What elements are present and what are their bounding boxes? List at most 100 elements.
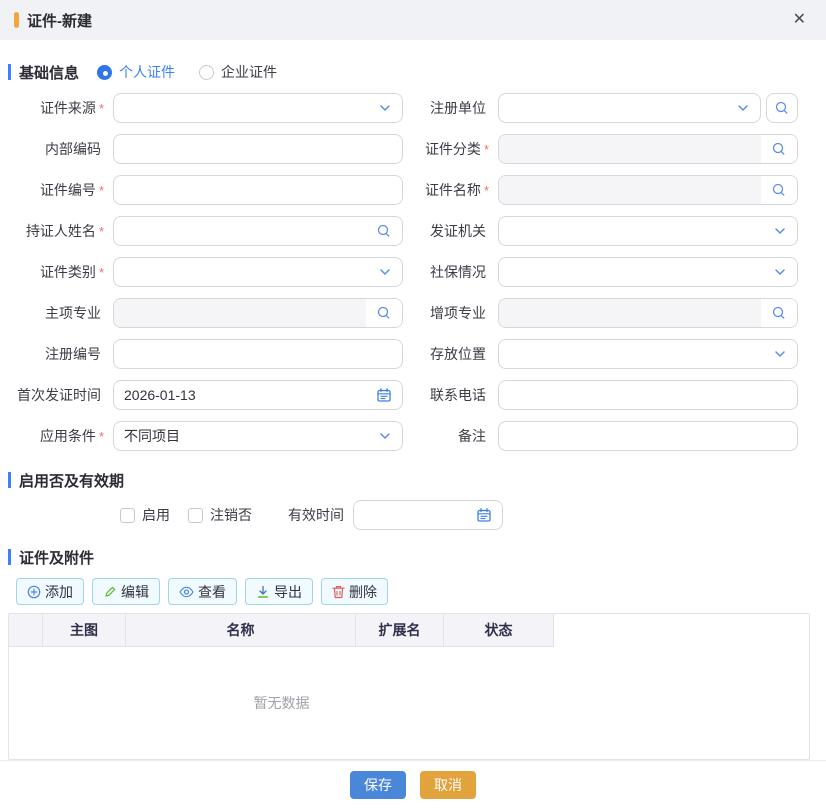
field-label: 社保情况 [430, 262, 486, 282]
registered-unit-search-button[interactable] [766, 93, 798, 123]
field-label: 证件类别 [40, 262, 96, 282]
enable-checkbox-label: 启用 [142, 505, 170, 525]
valid-time-label: 有效时间 [288, 505, 344, 525]
search-icon[interactable] [761, 176, 797, 204]
field-certificate-classification: 证件分类* [403, 134, 798, 164]
field-label: 联系电话 [430, 385, 486, 405]
additional-specialty-picker [498, 298, 798, 328]
checkbox-icon [188, 508, 203, 523]
disabled-input [114, 299, 366, 327]
radio-personal-certificate[interactable]: 个人证件 [97, 62, 175, 82]
registered-unit-select[interactable] [498, 93, 761, 123]
enable-checkbox[interactable]: 启用 [120, 505, 170, 525]
field-registration-number: 注册编号 [0, 339, 403, 369]
field-registered-unit: 注册单位 [403, 93, 798, 123]
application-condition-select[interactable]: 不同项目 [113, 421, 403, 451]
certificate-name-picker [498, 175, 798, 205]
close-icon[interactable]: ✕ [789, 8, 810, 32]
certificate-number-input[interactable] [124, 177, 392, 203]
required-asterisk: * [99, 224, 104, 239]
field-certificate-category: 证件类别* [0, 257, 403, 287]
field-label: 首次发证时间 [17, 385, 101, 405]
search-icon[interactable] [366, 299, 402, 327]
download-icon [256, 585, 270, 599]
cancelled-checkbox[interactable]: 注销否 [188, 505, 252, 525]
section-basic-title: 基础信息 [19, 62, 79, 83]
valid-time-date-picker[interactable] [353, 500, 503, 530]
social-security-select[interactable] [498, 257, 798, 287]
registration-number-input[interactable] [124, 341, 392, 367]
field-label: 存放位置 [430, 344, 486, 364]
certificate-source-select[interactable] [113, 93, 403, 123]
attachments-toolbar: 添加 编辑 查看 导出 删除 [16, 578, 826, 605]
chevron-down-icon [378, 429, 392, 443]
section-basic-info: 基础信息 个人证件 企业证件 [8, 62, 826, 82]
field-label: 主项专业 [45, 303, 101, 323]
holder-name-input[interactable] [124, 218, 376, 244]
field-application-condition: 应用条件* 不同项目 [0, 421, 403, 451]
radio-dot-icon [97, 65, 112, 80]
radio-enterprise-label: 企业证件 [221, 62, 277, 82]
section-attachments-title: 证件及附件 [19, 547, 94, 568]
chevron-down-icon [378, 265, 392, 279]
valid-time-input[interactable] [364, 502, 476, 528]
first-issue-date-input[interactable] [124, 382, 376, 408]
cancel-button[interactable]: 取消 [420, 771, 476, 799]
remarks-wrap [498, 421, 798, 451]
registration-number-wrap [113, 339, 403, 369]
field-label: 注册编号 [45, 344, 101, 364]
view-button-label: 查看 [198, 582, 226, 602]
field-holder-name: 持证人姓名* [0, 216, 403, 246]
radio-enterprise-certificate[interactable]: 企业证件 [199, 62, 277, 82]
certificate-category-select[interactable] [113, 257, 403, 287]
modal-footer: 保存 取消 [0, 760, 826, 811]
required-asterisk: * [99, 101, 104, 116]
empty-state-text: 暂无数据 [9, 693, 554, 713]
save-button[interactable]: 保存 [350, 771, 406, 799]
contact-phone-input[interactable] [509, 382, 787, 408]
certificate-type-radios: 个人证件 企业证件 [97, 62, 277, 82]
disabled-input [499, 176, 761, 204]
first-issue-date-picker[interactable] [113, 380, 403, 410]
certificate-new-modal: 证件-新建 ✕ 基础信息 个人证件 企业证件 证件来源* [0, 0, 826, 811]
search-icon[interactable] [376, 223, 392, 239]
modal-header: 证件-新建 ✕ [0, 0, 826, 40]
edit-button-label: 编辑 [121, 582, 149, 602]
eye-icon [179, 586, 194, 598]
field-main-specialty: 主项专业 [0, 298, 403, 328]
field-label: 持证人姓名 [26, 221, 96, 241]
certificate-number-wrap [113, 175, 403, 205]
table-header-name: 名称 [126, 614, 356, 647]
add-button[interactable]: 添加 [16, 578, 84, 605]
export-button-label: 导出 [274, 582, 302, 602]
table-header-status: 状态 [444, 614, 554, 647]
chevron-down-icon [773, 265, 787, 279]
search-icon[interactable] [761, 135, 797, 163]
field-label: 增项专业 [430, 303, 486, 323]
select-value: 不同项目 [124, 426, 180, 446]
trash-icon [332, 585, 345, 599]
search-icon[interactable] [761, 299, 797, 327]
delete-button[interactable]: 删除 [321, 578, 388, 605]
field-label: 发证机关 [430, 221, 486, 241]
table-header-main-image: 主图 [43, 614, 126, 647]
issuing-authority-select[interactable] [498, 216, 798, 246]
edit-button[interactable]: 编辑 [92, 578, 160, 605]
remarks-input[interactable] [509, 423, 787, 449]
field-label: 备注 [458, 426, 486, 446]
internal-code-input[interactable] [124, 136, 392, 162]
view-button[interactable]: 查看 [168, 578, 237, 605]
search-icon [774, 100, 790, 116]
disabled-input [499, 299, 761, 327]
section-accent-bar [8, 472, 11, 488]
chevron-down-icon [736, 101, 750, 115]
export-button[interactable]: 导出 [245, 578, 313, 605]
certificate-classification-picker [498, 134, 798, 164]
disabled-input [499, 135, 761, 163]
table-header-select [9, 614, 43, 647]
field-certificate-name: 证件名称* [403, 175, 798, 205]
table-header-row: 主图 名称 扩展名 状态 [9, 614, 809, 647]
storage-location-select[interactable] [498, 339, 798, 369]
title-accent-bar [14, 12, 19, 28]
field-label: 证件编号 [40, 180, 96, 200]
